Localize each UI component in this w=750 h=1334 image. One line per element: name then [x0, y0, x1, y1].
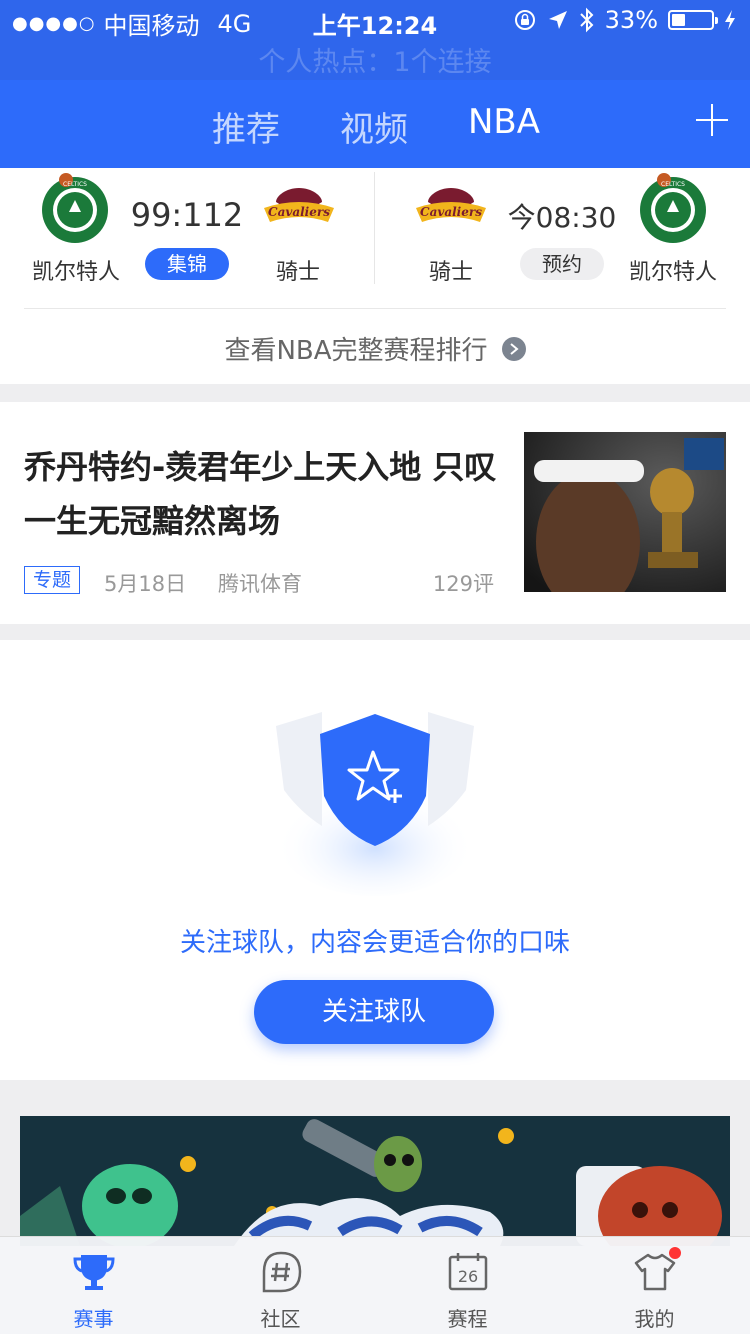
full-schedule-link[interactable]: 查看NBA完整赛程排行 — [0, 330, 750, 367]
cavaliers-logo: Cavaliers — [264, 188, 334, 222]
divider — [24, 308, 726, 309]
comment-count: 129评 — [432, 572, 494, 596]
svg-text:CELTICS: CELTICS — [63, 181, 87, 188]
article-date: 5月18日 — [104, 572, 187, 596]
tab-label: 赛事 — [73, 1307, 114, 1331]
article-thumbnail[interactable] — [524, 432, 726, 592]
reserve-button[interactable]: 预约 — [520, 248, 604, 280]
follow-team-button[interactable]: 关注球队 — [254, 980, 494, 1044]
celtics-logo: CELTICS — [42, 173, 108, 243]
status-bar: ●●●●○ 中国移动 4G 上午12:24 33% 个人热点：1个连接 — [0, 0, 750, 80]
tab-video[interactable]: 视频 — [340, 102, 408, 151]
tab-schedule[interactable]: 26 赛程 — [374, 1237, 561, 1334]
tab-community[interactable]: 社区 — [187, 1237, 374, 1334]
tab-label: 社区 — [260, 1307, 301, 1331]
cavaliers-logo: Cavaliers — [416, 188, 486, 222]
follow-prompt-text: 关注球队，内容会更适合你的口味 — [179, 928, 570, 958]
article-meta: 专题 5月18日 腾讯体育 129评 — [24, 566, 494, 596]
hotspot-banner[interactable]: 个人热点：1个连接 — [0, 40, 750, 79]
game-divider — [374, 172, 375, 284]
highlights-button[interactable]: 集锦 — [145, 248, 229, 280]
article-source: 腾讯体育 — [218, 572, 302, 596]
add-tab-icon[interactable] — [696, 104, 728, 136]
game-score: 99:112 — [130, 196, 244, 234]
rotation-lock-icon — [514, 10, 535, 30]
svg-text:Cavaliers: Cavaliers — [420, 205, 482, 219]
bluetooth-icon — [579, 7, 594, 33]
calendar-number: 26 — [458, 1267, 478, 1286]
tab-nba[interactable]: NBA — [468, 102, 540, 142]
tab-recommend[interactable]: 推荐 — [212, 102, 280, 151]
tab-label: 赛程 — [447, 1307, 488, 1331]
charging-bolt-icon — [725, 10, 735, 30]
battery-percent: 33% — [604, 6, 658, 34]
top-nav: 推荐 视频 NBA — [0, 80, 750, 168]
calendar-icon: 26 — [448, 1253, 488, 1291]
team-name: 凯尔特人 — [628, 260, 717, 285]
team-name: 骑士 — [275, 260, 320, 285]
hashtag-icon — [262, 1251, 302, 1293]
follow-team-card: 关注球队，内容会更适合你的口味 关注球队 — [0, 640, 750, 1080]
tab-mine[interactable]: 我的 — [561, 1237, 748, 1334]
location-arrow-icon — [548, 11, 567, 29]
celtics-logo: CELTICS — [640, 173, 706, 243]
notification-dot — [669, 1247, 681, 1259]
svg-text:CELTICS: CELTICS — [661, 181, 685, 188]
team-name: 凯尔特人 — [31, 260, 120, 285]
article-title[interactable]: 乔丹特约-羡君年少上天入地 只叹一生无冠黯然离场 — [24, 440, 504, 548]
topic-tag: 专题 — [24, 566, 81, 594]
svg-text:Cavaliers: Cavaliers — [268, 205, 330, 219]
trophy-icon — [73, 1255, 115, 1290]
jersey-icon — [634, 1253, 676, 1291]
tab-label: 我的 — [634, 1307, 675, 1331]
promo-banner[interactable] — [20, 1116, 730, 1246]
battery-icon — [668, 10, 718, 30]
chevron-right-icon — [501, 336, 526, 361]
tab-events[interactable]: 赛事 — [0, 1237, 187, 1334]
news-article[interactable]: 乔丹特约-羡君年少上天入地 只叹一生无冠黯然离场 专题 5月18日 腾讯体育 1… — [0, 402, 750, 624]
status-right: 33% — [513, 6, 736, 34]
schedule-link-label: 查看NBA完整赛程排行 — [224, 336, 488, 366]
bottom-tab-bar: 赛事 社区 26 赛程 我的 — [0, 1236, 750, 1334]
scoreboard: CELTICS 99:112 Cavaliers 凯尔特人 集锦 骑士 Cava… — [0, 168, 750, 384]
game-time: 今08:30 — [507, 201, 617, 234]
shield-star-icon — [275, 712, 475, 896]
team-name: 骑士 — [428, 260, 473, 285]
